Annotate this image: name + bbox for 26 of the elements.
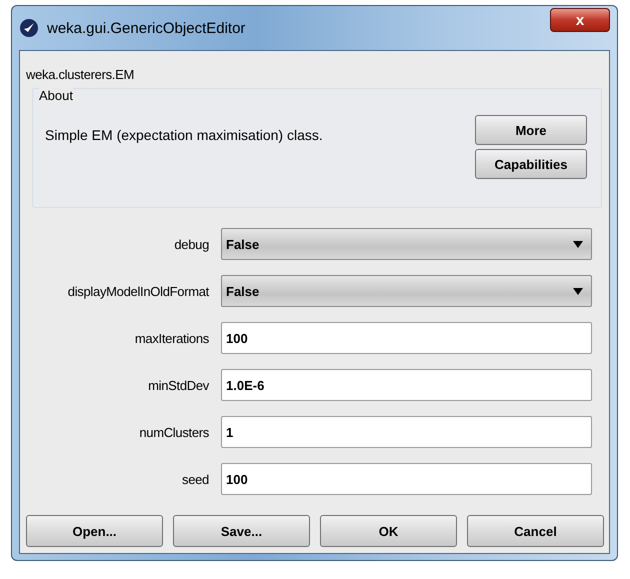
caret-icon (573, 240, 583, 248)
app-icon (19, 18, 39, 38)
about-button[interactable]: Capabilities (475, 149, 587, 179)
property-label: numClusters (138, 424, 209, 440)
dropdown[interactable]: False (221, 275, 592, 307)
input-field[interactable]: 100 (221, 463, 592, 495)
dropdown[interactable]: False (221, 228, 592, 260)
property-label: displayModelInOldFormat (66, 284, 209, 298)
about-text: Simple EM (expectation maximisation) class. (45, 127, 323, 145)
dialog-button[interactable]: Cancel (467, 515, 604, 547)
input-field[interactable]: 1.0E-6 (221, 369, 592, 401)
input-field[interactable]: 100 (221, 322, 592, 354)
class-name: weka.clusterers.EM (26, 67, 136, 82)
about-legend: About (39, 88, 73, 103)
about-button[interactable]: More (475, 115, 587, 145)
close-button[interactable]: x (550, 8, 610, 32)
property-label: minStdDev (147, 378, 209, 392)
dialog-button[interactable]: OK (320, 515, 457, 547)
dialog-button[interactable]: Open... (26, 515, 163, 547)
property-label: debug (173, 236, 209, 252)
dialog-button[interactable]: Save... (173, 515, 310, 547)
window-title: weka.gui.GenericObjectEditor (47, 20, 246, 36)
property-label: seed (181, 472, 209, 486)
input-field[interactable]: 1 (221, 416, 592, 448)
caret-icon (573, 288, 583, 294)
property-label: maxIterations (134, 330, 209, 346)
